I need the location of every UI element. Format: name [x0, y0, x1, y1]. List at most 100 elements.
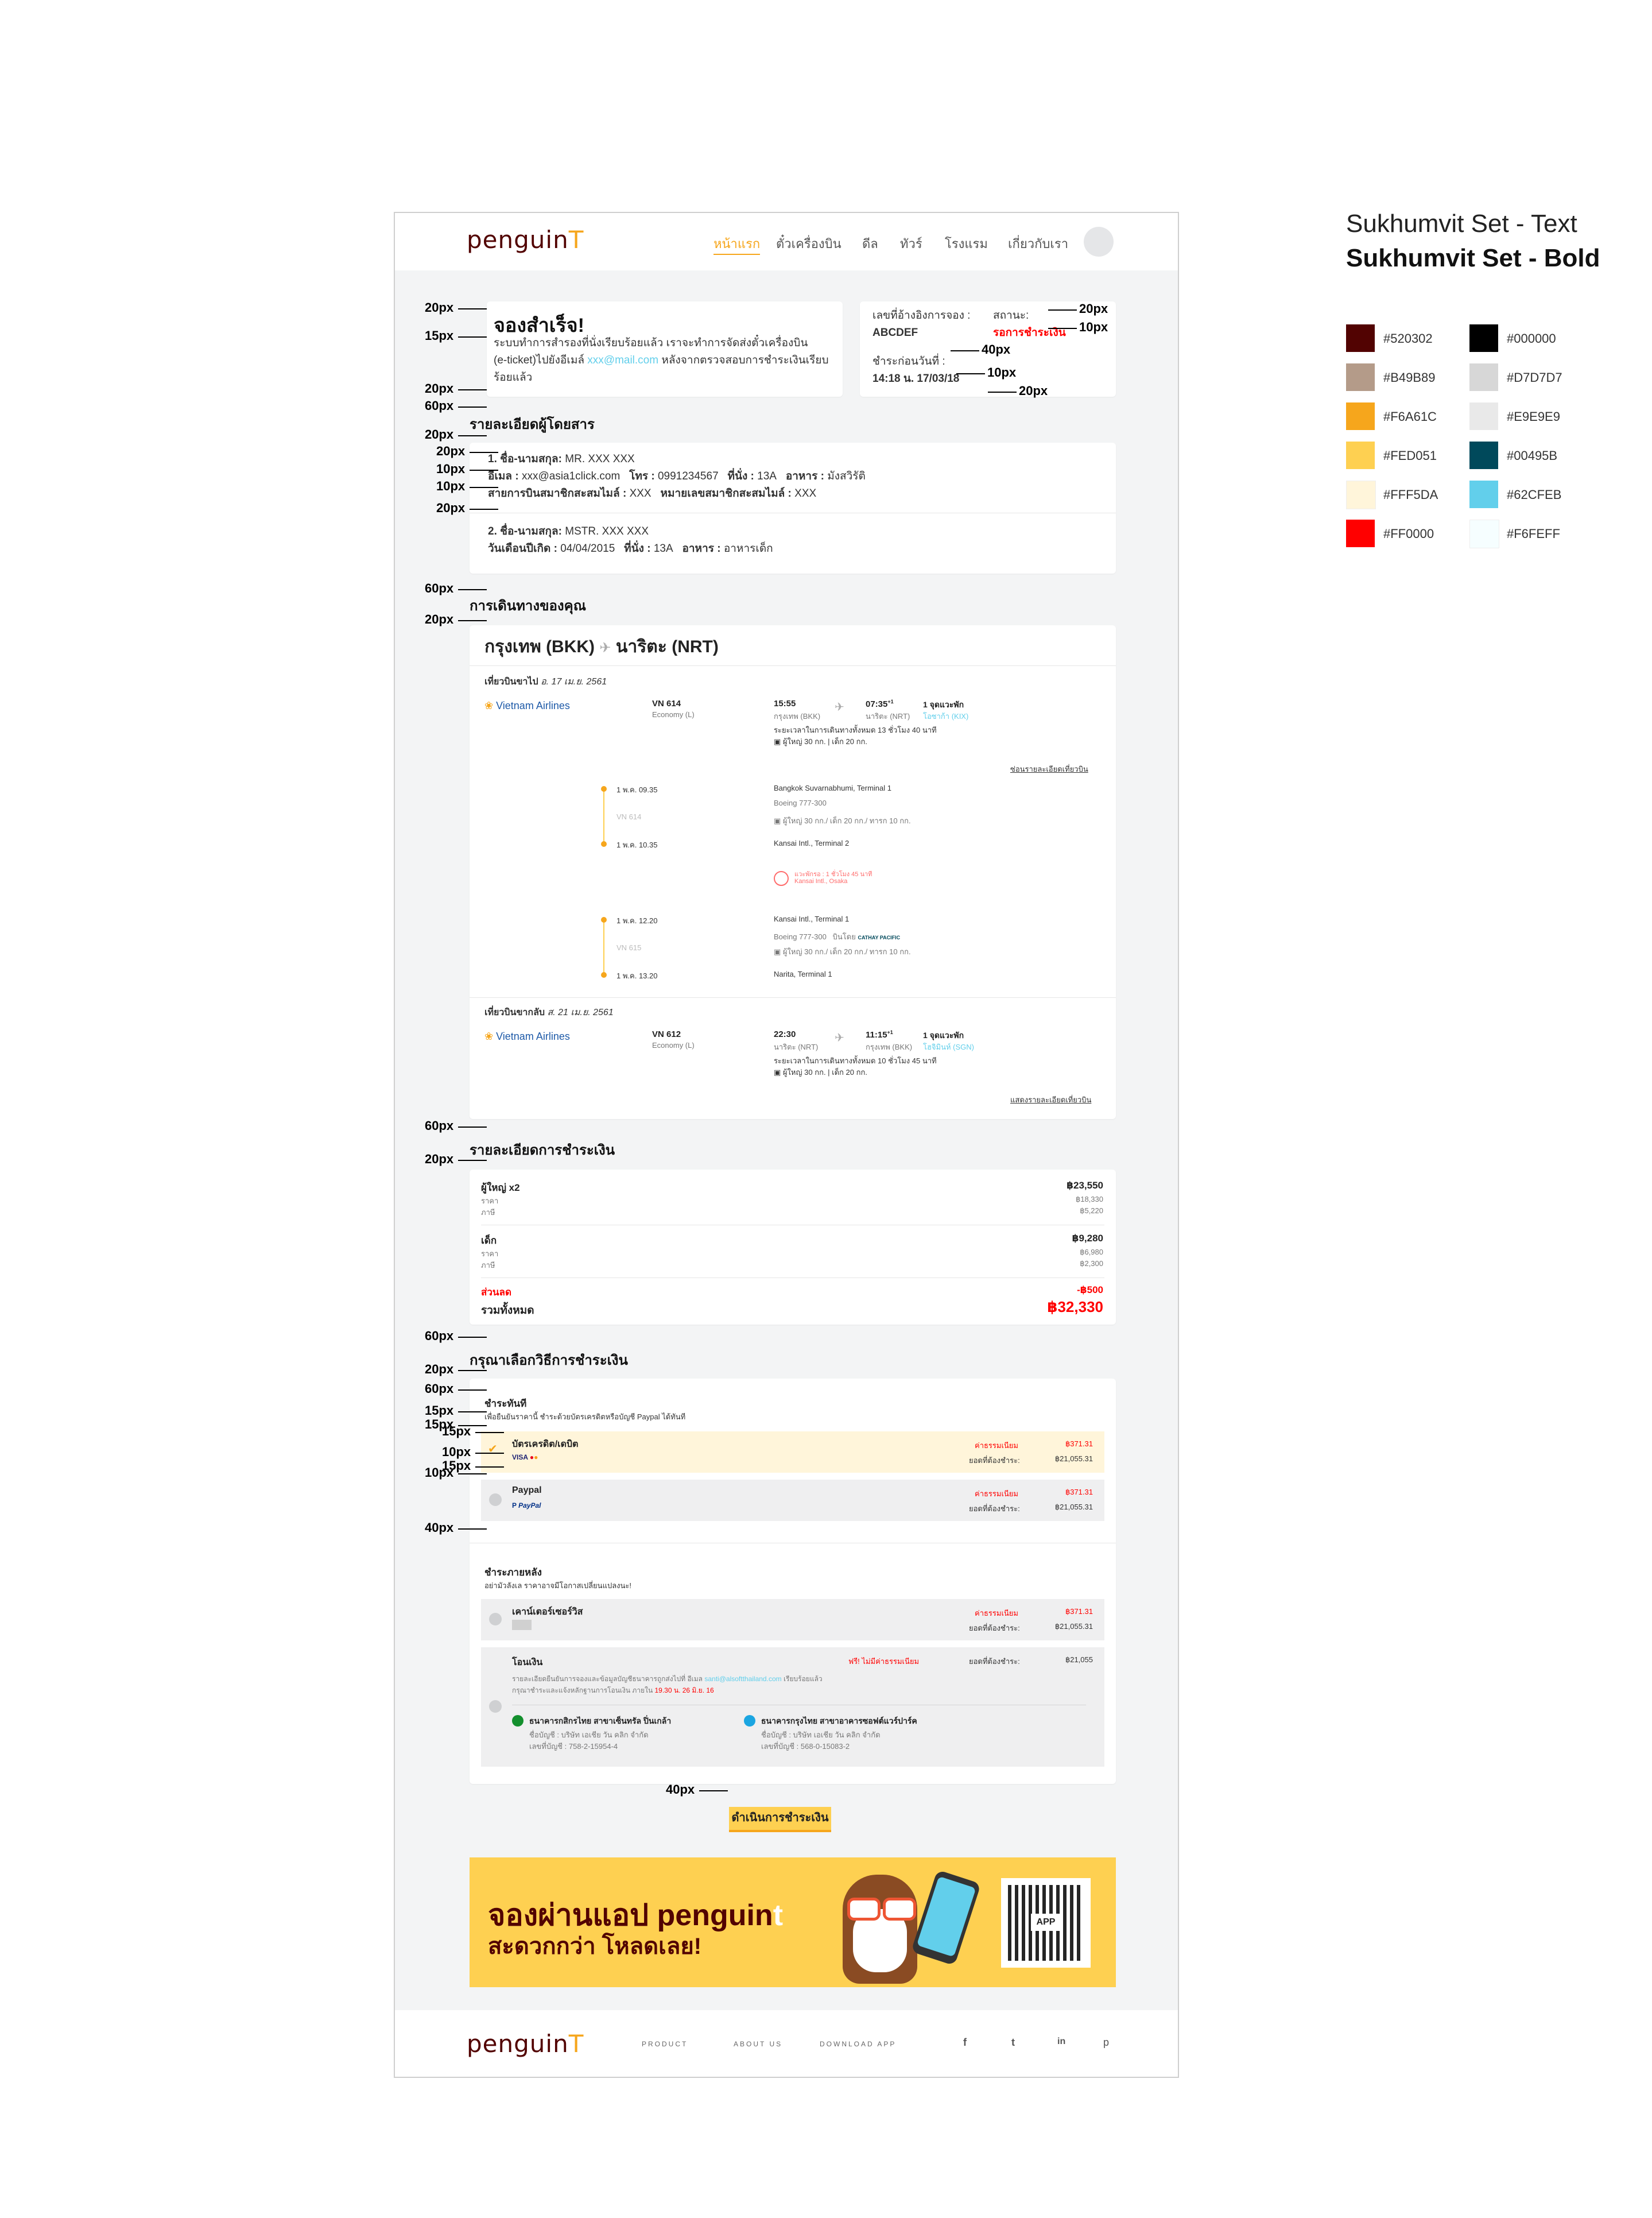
- luggage-icon: ▣: [774, 947, 781, 956]
- spacing-line: [470, 487, 498, 488]
- option-counter-service[interactable]: เคาน์เตอร์เซอร์วิส ค่าธรรมเนียม ฿371.31 …: [481, 1599, 1104, 1640]
- duration: ระยะเวลาในการเดินทางทั้งหมด 10 ชั่วโมง 4…: [774, 1056, 937, 1065]
- seg1-aircraft: Boeing 777-300: [774, 799, 827, 807]
- pay-later-title: ชำระภายหลัง: [484, 1567, 542, 1578]
- footer-link-about[interactable]: ABOUT US: [734, 2040, 782, 2048]
- dep-place: นาริตะ (NRT): [774, 1043, 819, 1051]
- pay-now-sub: เพื่อยืนยันราคานี้ ชำระด้วยบัตรเครดิตหรื…: [484, 1412, 686, 1421]
- methods-title: กรุณาเลือกวิธีการชำระเงิน: [470, 1353, 628, 1368]
- spacing-line: [475, 1453, 504, 1454]
- spacing-label: 60px: [425, 398, 454, 413]
- spacing-label: 10px: [425, 1465, 454, 1480]
- seg2-aircraft: Boeing 777-300 บินโดย CATHAY PACIFIC: [774, 932, 901, 941]
- spacing-line: [458, 1473, 487, 1474]
- seg1-flight: VN 614: [616, 812, 642, 821]
- plane-icon: ✈: [599, 640, 611, 656]
- success-message: ระบบทำการสำรองที่นั่งเรียบร้อยแล้ว เราจะ…: [494, 337, 829, 384]
- due-value: ฿21,055.31: [1054, 1503, 1093, 1511]
- spacing-line: [470, 470, 498, 471]
- luggage-icon: ▣: [774, 816, 781, 825]
- transfer-label: โอนเงิน: [512, 1658, 543, 1667]
- linkedin-icon[interactable]: in: [1057, 2037, 1065, 2047]
- page-frame: penguinT หน้าแรก ตั๋วเครื่องบิน ดีล ทัวร…: [394, 212, 1179, 2078]
- twitter-icon[interactable]: t: [1011, 2037, 1015, 2049]
- color-swatch-label: #FFF5DA: [1383, 487, 1438, 502]
- arr-time: 11:15+1: [866, 1029, 893, 1040]
- outbound-label: เที่ยวบินขาไป อ. 17 เม.ย. 2561: [484, 677, 607, 687]
- spacing-line: [458, 1337, 487, 1338]
- paypal-icon: P PayPal: [512, 1501, 541, 1509]
- status-badge: รอการชำระเงิน: [993, 327, 1066, 339]
- color-swatch: [1469, 402, 1498, 430]
- color-swatch-label: #F6A61C: [1383, 409, 1437, 424]
- radio-bank-transfer[interactable]: [489, 1700, 502, 1713]
- luggage-icon: ▣: [774, 737, 781, 746]
- stop-place: โฮจิมินห์ (SGN): [923, 1043, 975, 1051]
- bank2-name: ธนาคารกรุงไทย สาขาอาคารซอฟต์แวร์ปาร์ค: [761, 1716, 917, 1725]
- nav-home[interactable]: หน้าแรก: [713, 234, 761, 255]
- lotus-icon: ❀: [484, 700, 494, 711]
- transfer-note-1: รายละเอียดยืนยันการจองและข้อมูลบัญชีธนาค…: [512, 1675, 823, 1683]
- spacing-line: [458, 336, 487, 338]
- spacing-line: [699, 1790, 728, 1791]
- spacing-label: 20px: [425, 427, 454, 442]
- color-swatch: [1469, 520, 1499, 548]
- continue-payment-button[interactable]: ดำเนินการชำระเงิน: [729, 1807, 831, 1832]
- baggage: ▣ ผู้ใหญ่ 30 กก. | เด็ก 20 กก.: [774, 1068, 867, 1077]
- timeline-dot: [601, 917, 607, 923]
- route-title: กรุงเทพ (BKK) ✈ นาริตะ (NRT): [484, 637, 719, 656]
- dep-time: 15:55: [774, 699, 796, 709]
- spacing-label: 60px: [425, 581, 454, 595]
- spacing-line: [458, 435, 487, 436]
- airline-logo: ❀ Vietnam Airlines: [484, 700, 570, 711]
- hide-details-link[interactable]: ซ่อนรายละเอียดเที่ยวบิน: [1010, 763, 1088, 775]
- payment-title: รายละเอียดการชำระเงิน: [470, 1143, 615, 1158]
- nav-tours[interactable]: ทัวร์: [900, 234, 922, 254]
- pinterest-icon[interactable]: p: [1103, 2037, 1109, 2049]
- option-credit-card[interactable]: ✔ บัตรเครดิต/เดบิต VISA ●● ค่าธรรมเนียม …: [481, 1431, 1104, 1473]
- paypal-label: Paypal: [512, 1485, 542, 1495]
- radio-paypal[interactable]: [489, 1493, 502, 1506]
- total-label: รวมทั้งหมด: [481, 1305, 534, 1317]
- logo[interactable]: penguinT: [467, 226, 584, 254]
- bank2-account: ชื่อบัญชี : บริษัท เอเชีย วัน คลิก จำกัด: [761, 1731, 881, 1739]
- cabin-class: Economy (L): [652, 1041, 695, 1050]
- spacing-label: 10px: [987, 365, 1017, 380]
- spacing-label: 40px: [982, 342, 1011, 357]
- color-swatch: [1469, 363, 1498, 391]
- facebook-icon[interactable]: f: [963, 2037, 967, 2049]
- fee-value: ฿371.31: [1065, 1439, 1093, 1448]
- show-details-link[interactable]: แสดงรายละเอียดเที่ยวบิน: [1010, 1094, 1091, 1106]
- footer-link-download[interactable]: DOWNLOAD APP: [820, 2040, 896, 2048]
- spacing-line: [1048, 309, 1077, 311]
- total-value: ฿32,330: [1047, 1298, 1103, 1315]
- passengers-title: รายละเอียดผู้โดยสาร: [470, 417, 595, 432]
- nav-flights[interactable]: ตั๋วเครื่องบิน: [776, 234, 841, 254]
- app-banner[interactable]: จองผ่านแอป penguint สะดวกกว่า โหลดเลย! A…: [470, 1857, 1116, 1987]
- spacing-line: [458, 589, 487, 590]
- methods-card: ชำระทันที เพื่อยืนยันราคานี้ ชำระด้วยบัต…: [470, 1379, 1116, 1784]
- spacing-label: 40px: [425, 1520, 454, 1535]
- color-swatch-label: #00495B: [1507, 448, 1558, 463]
- check-icon: ✔: [488, 1443, 498, 1456]
- nav-about[interactable]: เกี่ยวกับเรา: [1008, 234, 1068, 254]
- qr-code[interactable]: APP: [1001, 1878, 1091, 1968]
- footer-logo[interactable]: penguinT: [467, 2030, 584, 2058]
- nav-deals[interactable]: ดีล: [862, 234, 878, 254]
- option-paypal[interactable]: Paypal P PayPal ค่าธรรมเนียม ฿371.31 ยอด…: [481, 1480, 1104, 1521]
- nav-hotels[interactable]: โรงแรม: [945, 234, 988, 254]
- passenger-1: 1. ชื่อ-นามสกุล: MR. XXX XXX อีเมล : xxx…: [488, 453, 866, 500]
- option-bank-transfer[interactable]: โอนเงิน ฟรี! ไม่มีค่าธรรมเนียม ยอดที่ต้อ…: [481, 1647, 1104, 1767]
- spacing-label: 20px: [425, 612, 454, 626]
- seg2-arr-airport: Narita, Terminal 1: [774, 970, 832, 978]
- transfer-fee: ฟรี! ไม่มีค่าธรรมเนียม: [848, 1657, 920, 1666]
- spacing-label: 20px: [1079, 301, 1108, 316]
- spacing-label: 20px: [425, 300, 454, 315]
- spacing-label: 20px: [425, 381, 454, 396]
- radio-counter-service[interactable]: [489, 1613, 502, 1625]
- avatar[interactable]: [1084, 227, 1114, 257]
- divider: [470, 665, 1116, 666]
- footer-link-product[interactable]: PRODUCT: [642, 2040, 688, 2048]
- spacing-label: 15px: [425, 1403, 454, 1418]
- stop-place: โอซาก้า (KIX): [923, 712, 969, 721]
